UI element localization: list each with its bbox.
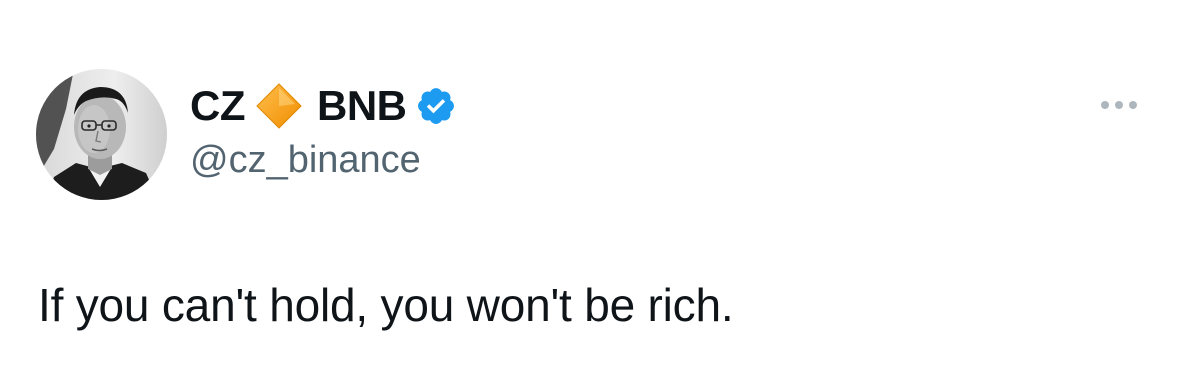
avatar-photo (36, 69, 167, 200)
author-info: CZ BNB @cz_binance (190, 80, 457, 182)
more-dot (1129, 101, 1137, 109)
user-handle[interactable]: @cz_binance (190, 139, 457, 182)
verified-badge-icon[interactable] (415, 85, 457, 127)
orange-diamond-icon (255, 82, 303, 130)
more-options-icon[interactable] (1094, 92, 1144, 118)
more-dot (1115, 101, 1123, 109)
display-name-text: CZ (190, 82, 246, 129)
display-name-suffix: BNB (317, 82, 407, 129)
display-name[interactable]: CZ BNB (190, 80, 457, 132)
tweet-text: If you can't hold, you won't be rich. (38, 279, 734, 331)
more-dot (1101, 101, 1109, 109)
tweet-card: CZ BNB @cz_binance If you can't hold, yo… (0, 0, 1178, 392)
avatar[interactable] (36, 69, 167, 200)
